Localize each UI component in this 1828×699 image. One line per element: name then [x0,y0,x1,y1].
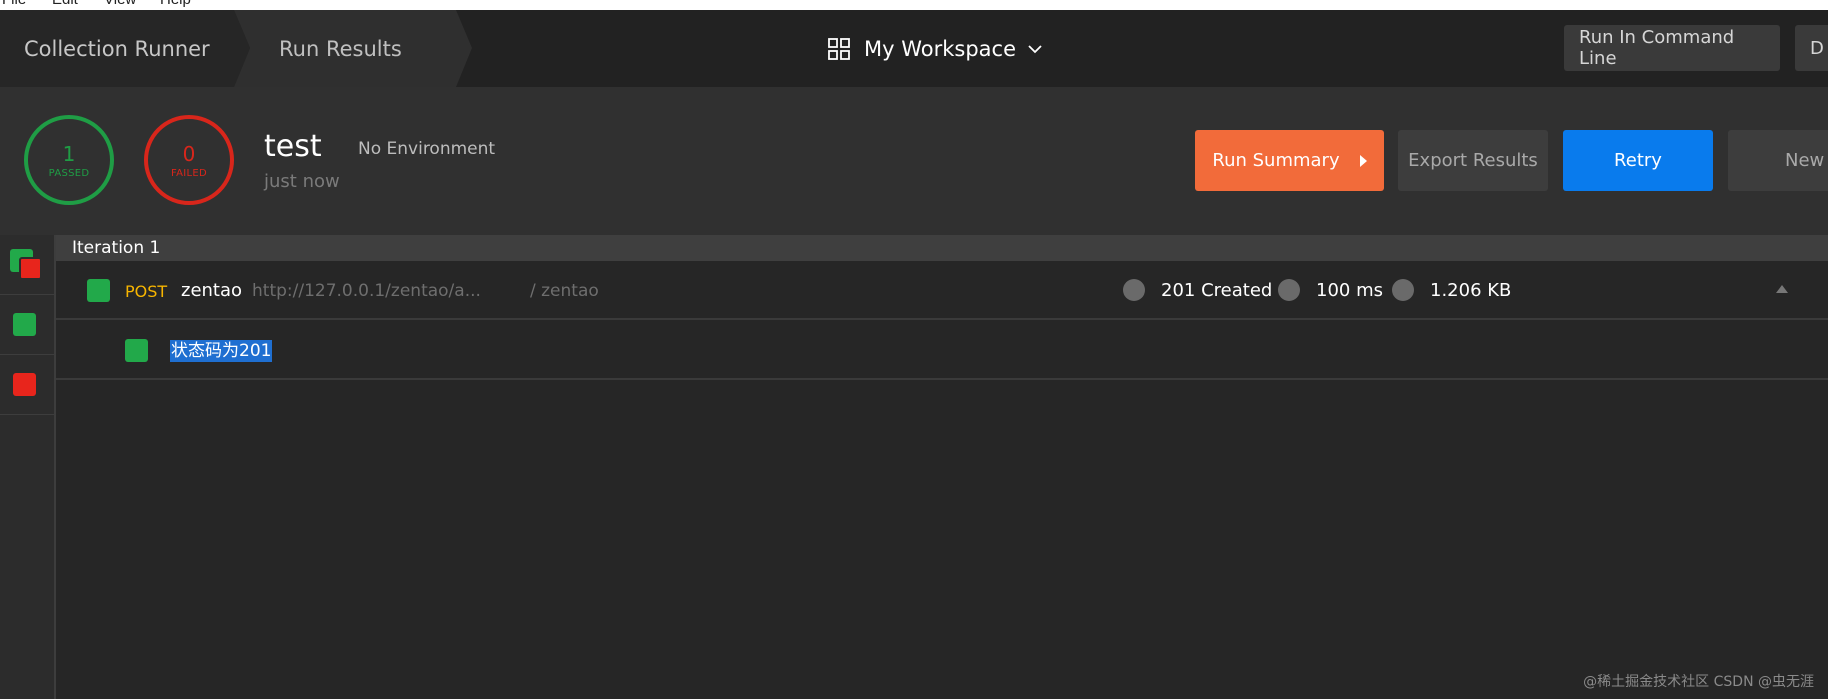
workspace-switcher[interactable]: My Workspace [828,10,1042,87]
watermark: @稀土掘金技术社区 CSDN @虫无涯 [1583,674,1814,690]
retry-button[interactable]: Retry [1563,130,1713,191]
test-pass-icon [125,339,148,362]
test-status-cell[interactable] [0,355,54,415]
request-collection-path: / zentao [530,281,599,301]
iteration-status-column [0,235,56,699]
header-cut-button[interactable]: D [1795,25,1828,71]
request-method: POST [125,282,168,301]
time-indicator-icon [1278,279,1300,301]
iteration-label: Iteration 1 [72,238,161,258]
response-time: 100 ms [1316,280,1383,301]
size-indicator-icon [1392,279,1414,301]
breadcrumb-run-results[interactable]: Run Results [279,10,402,87]
failed-counter: 0 FAILED [144,115,234,205]
collapse-caret-icon[interactable] [1776,285,1788,293]
run-summary-panel: 1 PASSED 0 FAILED test No Environment ju… [0,87,1828,235]
workspace-grid-icon [828,37,850,60]
status-indicator-icon [1123,279,1145,301]
menu-file[interactable]: File [2,0,26,8]
run-timestamp: just now [264,171,340,192]
fail-status-icon [13,373,36,396]
passed-counter: 1 PASSED [24,115,114,205]
request-pass-icon [87,279,110,302]
iteration-header: Iteration 1 [56,235,1828,261]
workspace-name: My Workspace [864,36,1017,61]
breadcrumb-label: Run Results [279,36,402,61]
passed-count: 1 [62,141,76,166]
request-row[interactable]: POST zentao http://127.0.0.1/zentao/a...… [56,261,1828,320]
pass-status-icon [13,313,36,336]
request-status-cell[interactable] [0,295,54,355]
export-results-button[interactable]: Export Results [1398,130,1548,191]
menu-help[interactable]: Help [160,0,191,8]
chevron-down-icon [1028,44,1042,53]
iteration-status-cell[interactable] [0,235,54,295]
run-name: test [264,129,322,164]
new-button[interactable]: New [1728,130,1828,191]
breadcrumb-label: Collection Runner [24,36,210,61]
test-name: 状态码为201 [170,340,273,362]
response-size: 1.206 KB [1430,280,1512,301]
app-window: File Edit View Help Collection Runner Ru… [0,0,1828,699]
menu-edit[interactable]: Edit [52,0,78,8]
breadcrumb-collection-runner[interactable]: Collection Runner [0,10,240,87]
play-arrow-icon [1359,154,1367,167]
runner-header: Collection Runner Run Results My Workspa… [0,10,1828,87]
failed-label: FAILED [170,167,207,179]
environment-label: No Environment [358,139,496,159]
run-summary-button[interactable]: Run Summary [1195,130,1384,191]
run-in-command-line-button[interactable]: Run In Command Line [1564,25,1780,71]
os-menubar: File Edit View Help [0,0,1828,10]
fail-status-icon [19,257,42,280]
failed-count: 0 [182,141,196,166]
passed-label: PASSED [48,167,90,179]
test-result-row: 状态码为201 [56,320,1828,380]
request-url: http://127.0.0.1/zentao/a... [252,281,481,301]
request-name: zentao [181,280,243,301]
response-status: 201 Created [1161,280,1273,301]
menu-view[interactable]: View [104,0,136,8]
